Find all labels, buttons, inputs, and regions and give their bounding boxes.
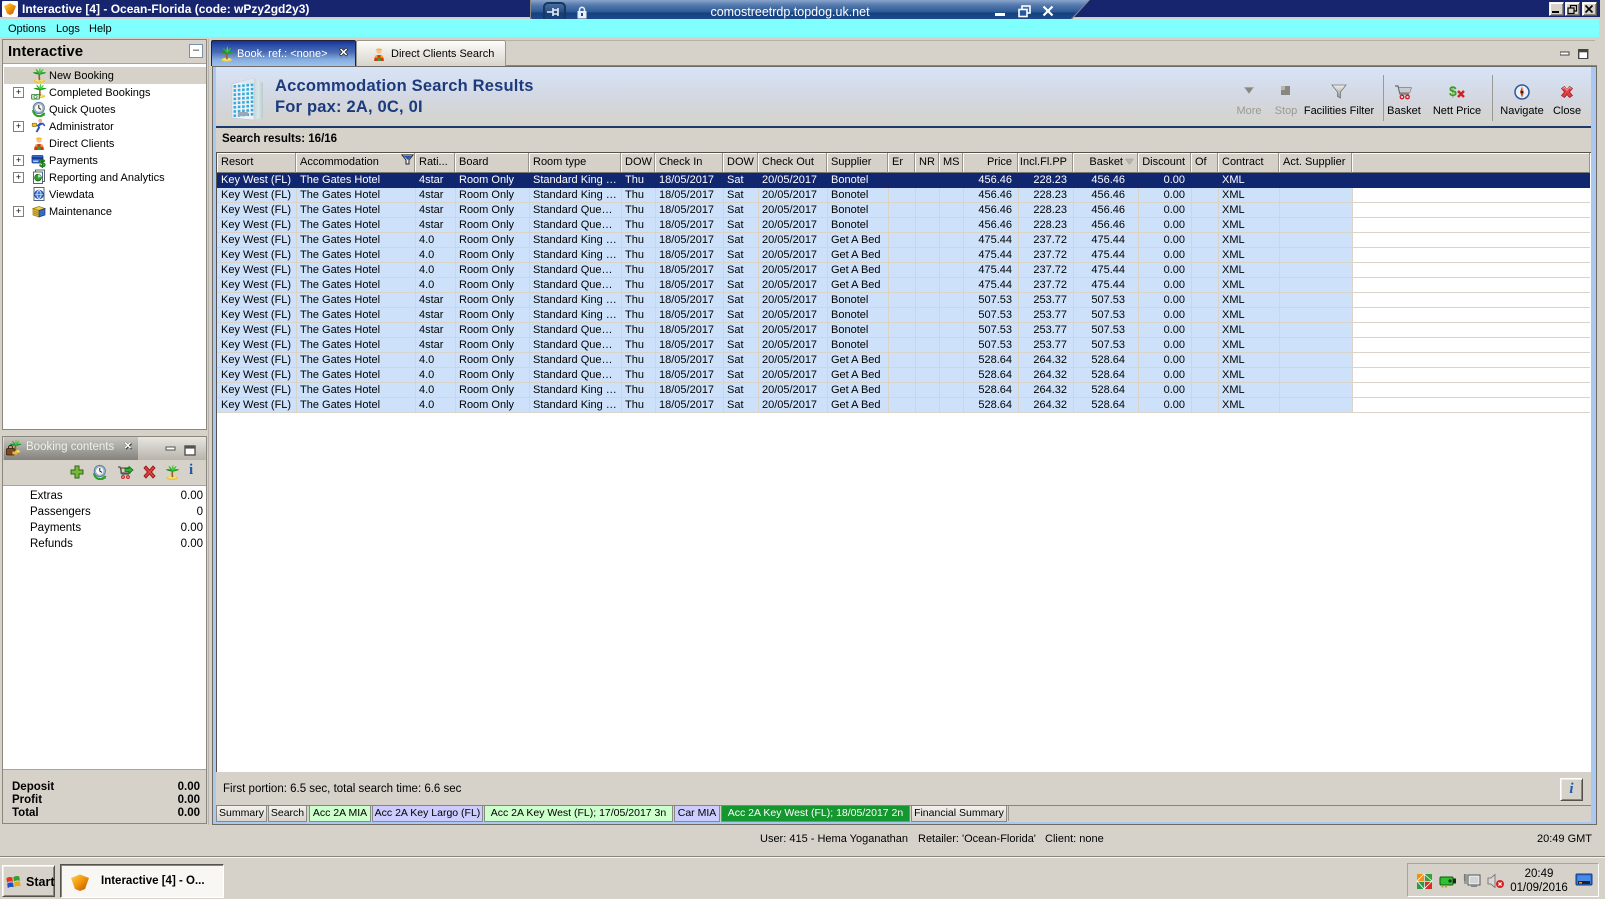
svg-text:$: $	[1449, 83, 1457, 99]
svg-text:$: $	[39, 158, 45, 168]
